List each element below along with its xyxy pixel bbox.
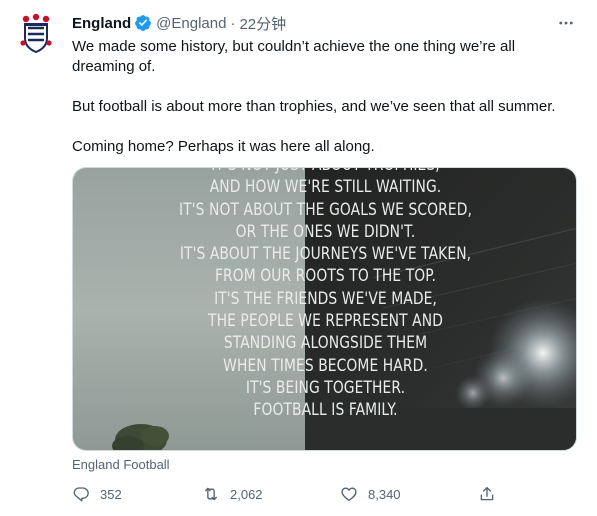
media-overlay-text: IT'S NOT JUST ABOUT TROPHIES, AND HOW WE… <box>113 168 537 422</box>
retweet-icon <box>205 487 217 501</box>
tweet-text: We made some history, but couldn’t achie… <box>72 37 572 157</box>
retweet-button[interactable]: 2,062 <box>202 482 263 506</box>
tweet-media-image[interactable]: IT'S NOT JUST ABOUT TROPHIES, AND HOW WE… <box>72 167 577 451</box>
verified-badge-icon <box>134 14 152 32</box>
tweet-header: England @England · 22分钟 <box>72 13 286 33</box>
heart-icon <box>341 487 357 502</box>
media-text-line: IT'S THE FRIENDS WE'VE MADE, <box>214 288 437 308</box>
author-handle[interactable]: @England <box>156 15 226 32</box>
timestamp[interactable]: 22分钟 <box>239 13 286 34</box>
media-text-line: OR THE ONES WE DIDN'T. <box>235 221 416 241</box>
media-text-line: THE PEOPLE WE REPRESENT AND <box>208 311 443 331</box>
author-name[interactable]: England <box>72 15 131 32</box>
media-source-link[interactable]: England Football <box>72 457 170 472</box>
media-text-line: FOOTBALL IS FAMILY. <box>253 400 398 420</box>
more-options-button[interactable] <box>555 12 577 34</box>
tweet-actions: 352 2,062 8,340 <box>72 482 502 506</box>
share-button[interactable] <box>478 482 506 506</box>
media-text-line: IT'S BEING TOGETHER. <box>245 377 406 397</box>
tweet-text-line-2: But football is about more than trophies… <box>72 98 556 115</box>
tweet: England @England · 22分钟 We made some his… <box>0 0 597 516</box>
like-count: 8,340 <box>368 486 401 502</box>
media-text-line: STANDING ALONGSIDE THEM <box>223 333 428 353</box>
three-lions-crest-icon <box>12 10 60 58</box>
media-text-line: IT'S NOT ABOUT THE GOALS WE SCORED, <box>179 199 472 219</box>
media-text-line: FROM OUR ROOTS TO THE TOP. <box>214 266 437 286</box>
separator-dot: · <box>230 14 236 32</box>
media-text-line: IT'S NOT JUST ABOUT TROPHIES, <box>113 168 537 176</box>
media-text-line: IT'S ABOUT THE JOURNEYS WE'VE TAKEN, <box>179 244 472 264</box>
tweet-text-line-1: We made some history, but couldn’t achie… <box>72 38 516 75</box>
reply-count: 352 <box>100 486 122 502</box>
media-text-line: AND HOW WE'RE STILL WAITING. <box>209 177 442 197</box>
retweet-count: 2,062 <box>230 486 263 502</box>
like-button[interactable]: 8,340 <box>340 482 401 506</box>
reply-icon <box>73 487 89 502</box>
more-options-icon <box>559 21 573 25</box>
share-icon <box>480 486 494 501</box>
tweet-text-line-3: Coming home? Perhaps it was here all alo… <box>72 138 375 155</box>
media-text-line: WHEN TIMES BECOME HARD. <box>223 355 428 375</box>
reply-button[interactable]: 352 <box>72 482 122 506</box>
avatar[interactable] <box>12 10 60 58</box>
